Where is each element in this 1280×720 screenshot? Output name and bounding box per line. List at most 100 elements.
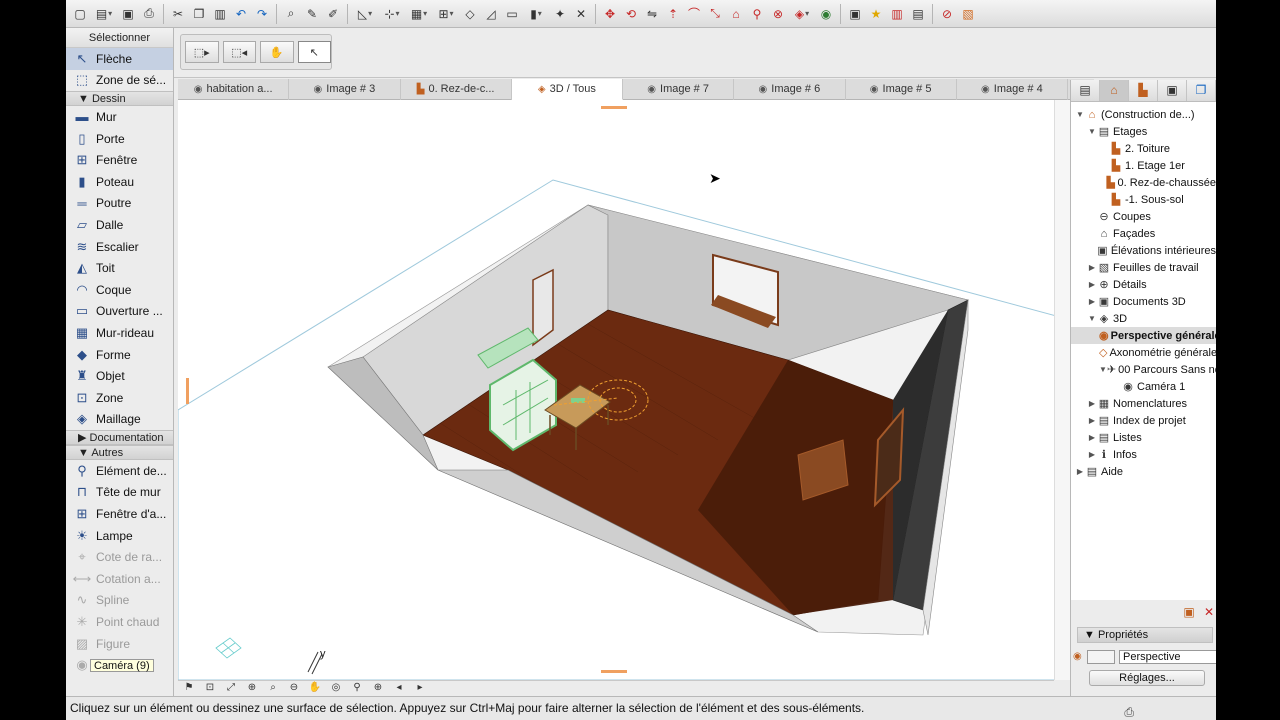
plane-icon[interactable]: ◿: [481, 4, 501, 24]
category-autres[interactable]: ▼ Autres: [66, 445, 173, 461]
redo-icon[interactable]: ↷: [252, 4, 272, 24]
tool-morph[interactable]: ◆ Forme: [66, 344, 173, 366]
3d-viewport[interactable]: y: [178, 100, 1054, 680]
view-map-icon[interactable]: ▙: [1129, 80, 1158, 101]
tool-element[interactable]: ⚲ Elément de...: [66, 460, 173, 482]
find-select-icon[interactable]: ⌕: [281, 4, 301, 24]
tool-marquee[interactable]: ⬚ Zone de sé...: [66, 70, 173, 92]
magic-wand-icon[interactable]: ✦: [550, 4, 570, 24]
tool-zone[interactable]: ⊡ Zone: [66, 387, 173, 409]
tree-item[interactable]: ▣ Élévations intérieures: [1071, 242, 1216, 259]
tool-curtain-wall[interactable]: ▦ Mur-rideau: [66, 322, 173, 344]
grid-snap-icon[interactable]: ▦: [406, 4, 432, 24]
elevation-icon[interactable]: ◇: [460, 4, 480, 24]
disclosure-triangle-icon[interactable]: ▶: [1087, 280, 1097, 289]
tool-hotspot[interactable]: ✳ Point chaud: [66, 611, 173, 633]
partial-elements-icon[interactable]: ⬚▸: [185, 41, 219, 63]
tab-5[interactable]: ◉ Image # 7: [623, 79, 735, 100]
print-icon[interactable]: ⎙: [139, 4, 159, 24]
tree-item[interactable]: ▶ ▣ Documents 3D: [1071, 293, 1216, 310]
library-icon[interactable]: ▥: [887, 4, 907, 24]
tree-item[interactable]: ▙ 1. Etage 1er: [1071, 157, 1216, 174]
navigation-toggle-icon[interactable]: ⚑: [180, 682, 198, 694]
left-scroll-handle[interactable]: [186, 378, 189, 404]
pick-up-icon[interactable]: ✎: [302, 4, 322, 24]
layout-book-icon[interactable]: ▣: [1158, 80, 1187, 101]
cut-icon[interactable]: ✂: [168, 4, 188, 24]
tool-level-dimension[interactable]: ⌖ Cote de ra...: [66, 546, 173, 568]
pointer-icon[interactable]: ↖: [297, 41, 331, 63]
guide-lines-icon[interactable]: ◺: [352, 4, 378, 24]
publisher-sets-icon[interactable]: ❐: [1187, 80, 1216, 101]
mirror-icon[interactable]: ⇋: [642, 4, 662, 24]
explore-icon[interactable]: ⊕: [369, 682, 387, 694]
tree-item[interactable]: ▼ ⌂ (Construction de...): [1071, 106, 1216, 123]
favorite-star-icon[interactable]: ★: [866, 4, 886, 24]
save-icon[interactable]: ▣: [118, 4, 138, 24]
next-view-icon[interactable]: ▸: [411, 682, 429, 694]
drag-icon[interactable]: ✥: [600, 4, 620, 24]
tool-door[interactable]: ▯ Porte: [66, 128, 173, 150]
tab-8[interactable]: ◉ Image # 4: [957, 79, 1068, 100]
tree-item[interactable]: ▶ ▦ Nomenclatures: [1071, 395, 1216, 412]
layer-icon[interactable]: ▭: [502, 4, 522, 24]
tree-item[interactable]: ▶ ▧ Feuilles de travail: [1071, 259, 1216, 276]
print-status-icon[interactable]: ⎙: [1124, 701, 1134, 720]
orbit-icon[interactable]: ◎: [327, 682, 345, 694]
intersect-icon[interactable]: ⊗: [768, 4, 788, 24]
offset-icon[interactable]: ◈: [789, 4, 815, 24]
x-icon[interactable]: ✕: [571, 4, 591, 24]
tool-window[interactable]: ⊞ Fenêtre: [66, 149, 173, 171]
open-file-icon[interactable]: ▤: [91, 4, 117, 24]
properties-id-field[interactable]: [1087, 650, 1115, 664]
tool-shell[interactable]: ◠ Coque: [66, 279, 173, 301]
navigator-menu-icon[interactable]: ▤: [1071, 80, 1100, 101]
tree-item[interactable]: ⌂ Façades: [1071, 225, 1216, 242]
zoom-area-icon[interactable]: ⊡: [201, 682, 219, 694]
tab-4[interactable]: ◈ 3D / Tous: [511, 79, 623, 100]
tool-dimension[interactable]: ⟷ Cotation a...: [66, 568, 173, 590]
split-icon[interactable]: ⌂: [726, 4, 746, 24]
folder-icon[interactable]: ▣: [1181, 604, 1197, 620]
resize-icon[interactable]: ⤡: [705, 4, 725, 24]
disclosure-triangle-icon[interactable]: ▼: [1099, 365, 1107, 374]
tool-arrow[interactable]: ↖ Flèche: [66, 48, 173, 70]
tree-item[interactable]: ▶ ⊕ Détails: [1071, 276, 1216, 293]
fit-in-window-icon[interactable]: ⤢: [222, 682, 240, 694]
disclosure-triangle-icon[interactable]: ▶: [1087, 263, 1097, 272]
tree-item[interactable]: ◉ Perspective générale: [1071, 327, 1216, 344]
paste-icon[interactable]: ▥: [210, 4, 230, 24]
tree-item[interactable]: ▼ ▤ Etages: [1071, 123, 1216, 140]
zoom-in-icon[interactable]: ⊕: [243, 682, 261, 694]
disclosure-triangle-icon[interactable]: ▶: [1075, 467, 1085, 476]
elevate-icon[interactable]: ⇡: [663, 4, 683, 24]
tree-item[interactable]: ▙ 2. Toiture: [1071, 140, 1216, 157]
inject-icon[interactable]: ✐: [323, 4, 343, 24]
tree-item[interactable]: ▶ ▤ Aide: [1071, 463, 1216, 480]
category-dessin[interactable]: ▼ Dessin: [66, 91, 173, 107]
disclosure-triangle-icon[interactable]: ▶: [1087, 433, 1097, 442]
tab-2[interactable]: ◉ Image # 3: [289, 79, 401, 100]
tree-item[interactable]: ▼✈00 Parcours Sans nom: [1071, 361, 1216, 378]
tree-item[interactable]: ▙ 0. Rez-de-chaussée: [1071, 174, 1216, 191]
tab-6[interactable]: ◉ Image # 6: [734, 79, 846, 100]
entire-elements-icon[interactable]: ⬚◂: [222, 41, 256, 63]
category-documentation[interactable]: ▶ Documentation: [66, 430, 173, 446]
disclosure-triangle-icon[interactable]: ▶: [1087, 416, 1097, 425]
settings-button[interactable]: Réglages...: [1089, 670, 1205, 686]
tree-item[interactable]: ⊖ Coupes: [1071, 208, 1216, 225]
zoom-out-icon[interactable]: ⊖: [285, 682, 303, 694]
tree-item[interactable]: ◉ Caméra 1: [1071, 378, 1216, 395]
fill-icon[interactable]: ▮: [523, 4, 549, 24]
tree-item[interactable]: ▼ ◈ 3D: [1071, 310, 1216, 327]
tree-item[interactable]: ▙ -1. Sous-sol: [1071, 191, 1216, 208]
green-circle-icon[interactable]: ◉: [816, 4, 836, 24]
top-scroll-handle[interactable]: [601, 106, 627, 109]
properties-name-field[interactable]: Perspective: [1119, 650, 1216, 664]
suspend-groups-icon[interactable]: ⊞: [433, 4, 459, 24]
bottom-scroll-handle[interactable]: [601, 670, 627, 673]
new-file-icon[interactable]: ▢: [70, 4, 90, 24]
pan-hand-icon[interactable]: ✋: [306, 682, 324, 694]
snap-guides-icon[interactable]: ⊹: [379, 4, 405, 24]
tree-item[interactable]: ▶ ▤ Listes: [1071, 429, 1216, 446]
